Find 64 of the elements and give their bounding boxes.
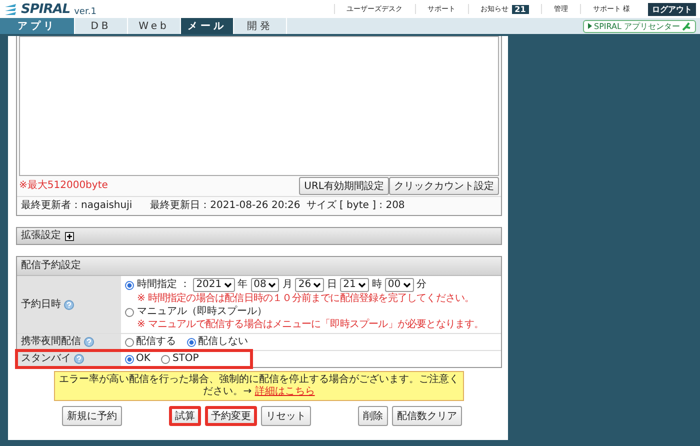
chevron-down-icon: [313, 282, 322, 288]
logo-mark-icon: [4, 2, 17, 16]
extension-settings-label: 拡張設定: [21, 230, 61, 242]
chevron-down-icon: [268, 282, 276, 288]
version-label: ver.1: [74, 7, 96, 17]
radio-selected-icon[interactable]: [187, 338, 196, 346]
size-text: サイズ [ byte ] : 208: [306, 200, 405, 212]
radio-selected-icon[interactable]: [125, 354, 134, 364]
radio-label: マニュアル（即時スプール）: [137, 306, 267, 318]
unit-label: 月: [282, 279, 292, 291]
extension-settings-bar[interactable]: 拡張設定: [16, 227, 502, 245]
action-button[interactable]: 予約変更: [205, 406, 257, 426]
nav-tab[interactable]: メール: [181, 18, 234, 34]
updated-date-text: 最終更新日：2021-08-26 20:26: [150, 200, 300, 212]
size-limit-note: ※最大512000byte: [19, 180, 108, 192]
radio-selected-icon[interactable]: [125, 280, 134, 290]
help-icon: [64, 300, 74, 310]
dropdown[interactable]: 21: [340, 278, 369, 292]
radio-label: 配信しない: [198, 336, 248, 348]
action-button[interactable]: 試算: [169, 406, 201, 426]
caution-note: ※ 時間指定の場合は配信日時の１０分前までに配信登録を完了してください。: [136, 293, 476, 305]
action-button[interactable]: 削除: [358, 406, 388, 426]
chevron-down-icon: [358, 282, 366, 288]
row-label: 携帯夜間配信: [21, 336, 81, 348]
unit-label: 日: [327, 279, 338, 291]
dropdown[interactable]: 08: [250, 278, 280, 292]
nav-tab[interactable]: DB: [75, 18, 128, 34]
help-icon: [84, 337, 94, 347]
dropdown[interactable]: 00: [384, 278, 414, 292]
unit-label: 年: [238, 279, 248, 291]
radio-icon[interactable]: [161, 354, 170, 364]
logout-button[interactable]: ログアウト: [648, 2, 696, 16]
settings-button[interactable]: URL有効期間設定: [299, 177, 389, 195]
chevron-down-icon: [224, 282, 232, 288]
row-label: 予約日時: [21, 298, 61, 310]
chevron-down-icon: [402, 282, 411, 288]
unit-label: 時: [372, 279, 382, 291]
expand-icon[interactable]: [65, 232, 74, 240]
dropdown[interactable]: 26: [295, 278, 324, 292]
help-icon: [74, 354, 84, 364]
action-button[interactable]: 配信数クリア: [392, 406, 462, 426]
row-label: スタンバイ: [21, 353, 71, 365]
app-center-button[interactable]: SPIRAL アプリセンター: [583, 20, 696, 32]
nav-tab[interactable]: 開発: [234, 18, 287, 34]
notice-count-badge: 21: [512, 4, 529, 14]
nav-tab[interactable]: アプリ: [0, 18, 75, 34]
section-header: 配信予約設定: [17, 257, 501, 276]
unit-label: 分: [416, 279, 427, 291]
radio-label: STOP: [172, 353, 199, 365]
caution-note: ※ マニュアルで配信する場合はメニューに「即時スプール」が必要となります。: [136, 319, 485, 331]
radio-label: 時間指定 ：: [137, 279, 190, 291]
radio-icon[interactable]: [125, 338, 134, 346]
dropdown[interactable]: 2021: [193, 278, 235, 292]
play-icon: [588, 23, 592, 29]
logo-text: SPIRAL: [21, 2, 70, 16]
radio-label: OK: [136, 353, 150, 365]
action-button[interactable]: 新規に予約: [62, 406, 122, 426]
updater-text: 最終更新者：nagaishuji: [21, 200, 132, 212]
radio-icon[interactable]: [125, 308, 134, 316]
details-link[interactable]: 詳細はこちら: [254, 386, 315, 397]
action-button[interactable]: リセット: [261, 406, 311, 426]
radio-label: 配信する: [136, 336, 176, 348]
settings-button[interactable]: クリックカウント設定: [389, 177, 499, 195]
warning-message: エラー率が高い配信を行った場合、強制的に配信を停止する場合がございます。ご注意ください。→ 詳細はこちら: [54, 371, 464, 401]
